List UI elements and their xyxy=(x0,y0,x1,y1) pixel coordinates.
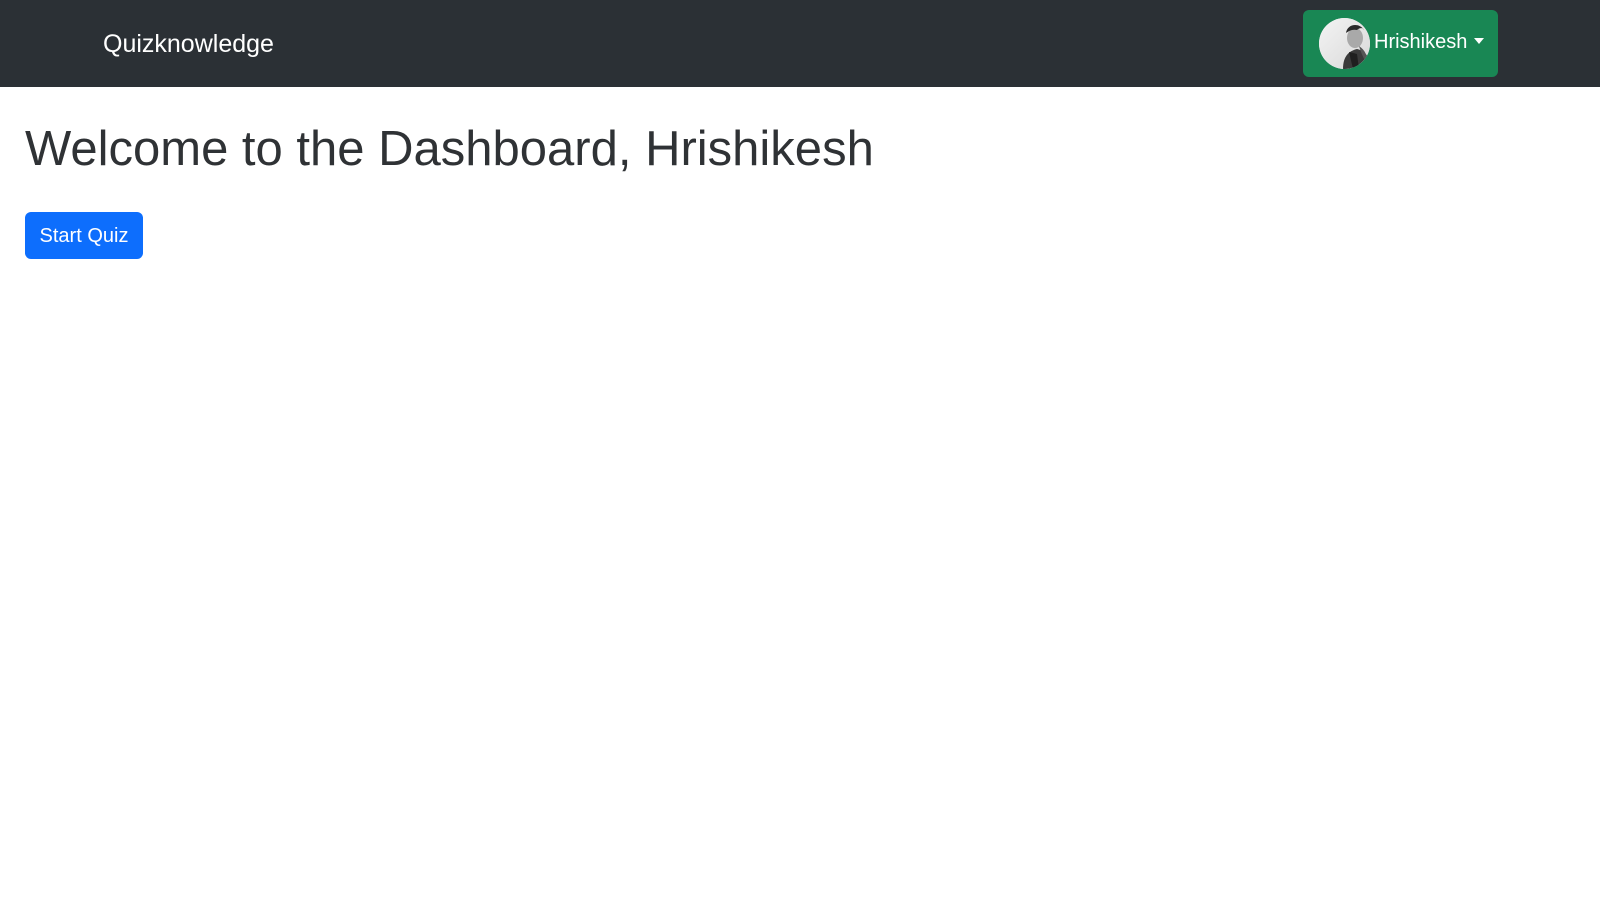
user-name-label: Hrishikesh xyxy=(1374,31,1468,53)
user-avatar-icon xyxy=(1319,18,1370,69)
caret-down-icon xyxy=(1474,37,1485,44)
top-navbar: Quizknowledge Hrishikesh xyxy=(0,0,1600,87)
brand-link[interactable]: Quizknowledge xyxy=(103,27,274,61)
start-quiz-button[interactable]: Start Quiz xyxy=(25,212,143,259)
user-dropdown-button[interactable]: Hrishikesh xyxy=(1303,10,1498,77)
page-title: Welcome to the Dashboard, Hrishikesh xyxy=(25,122,874,176)
